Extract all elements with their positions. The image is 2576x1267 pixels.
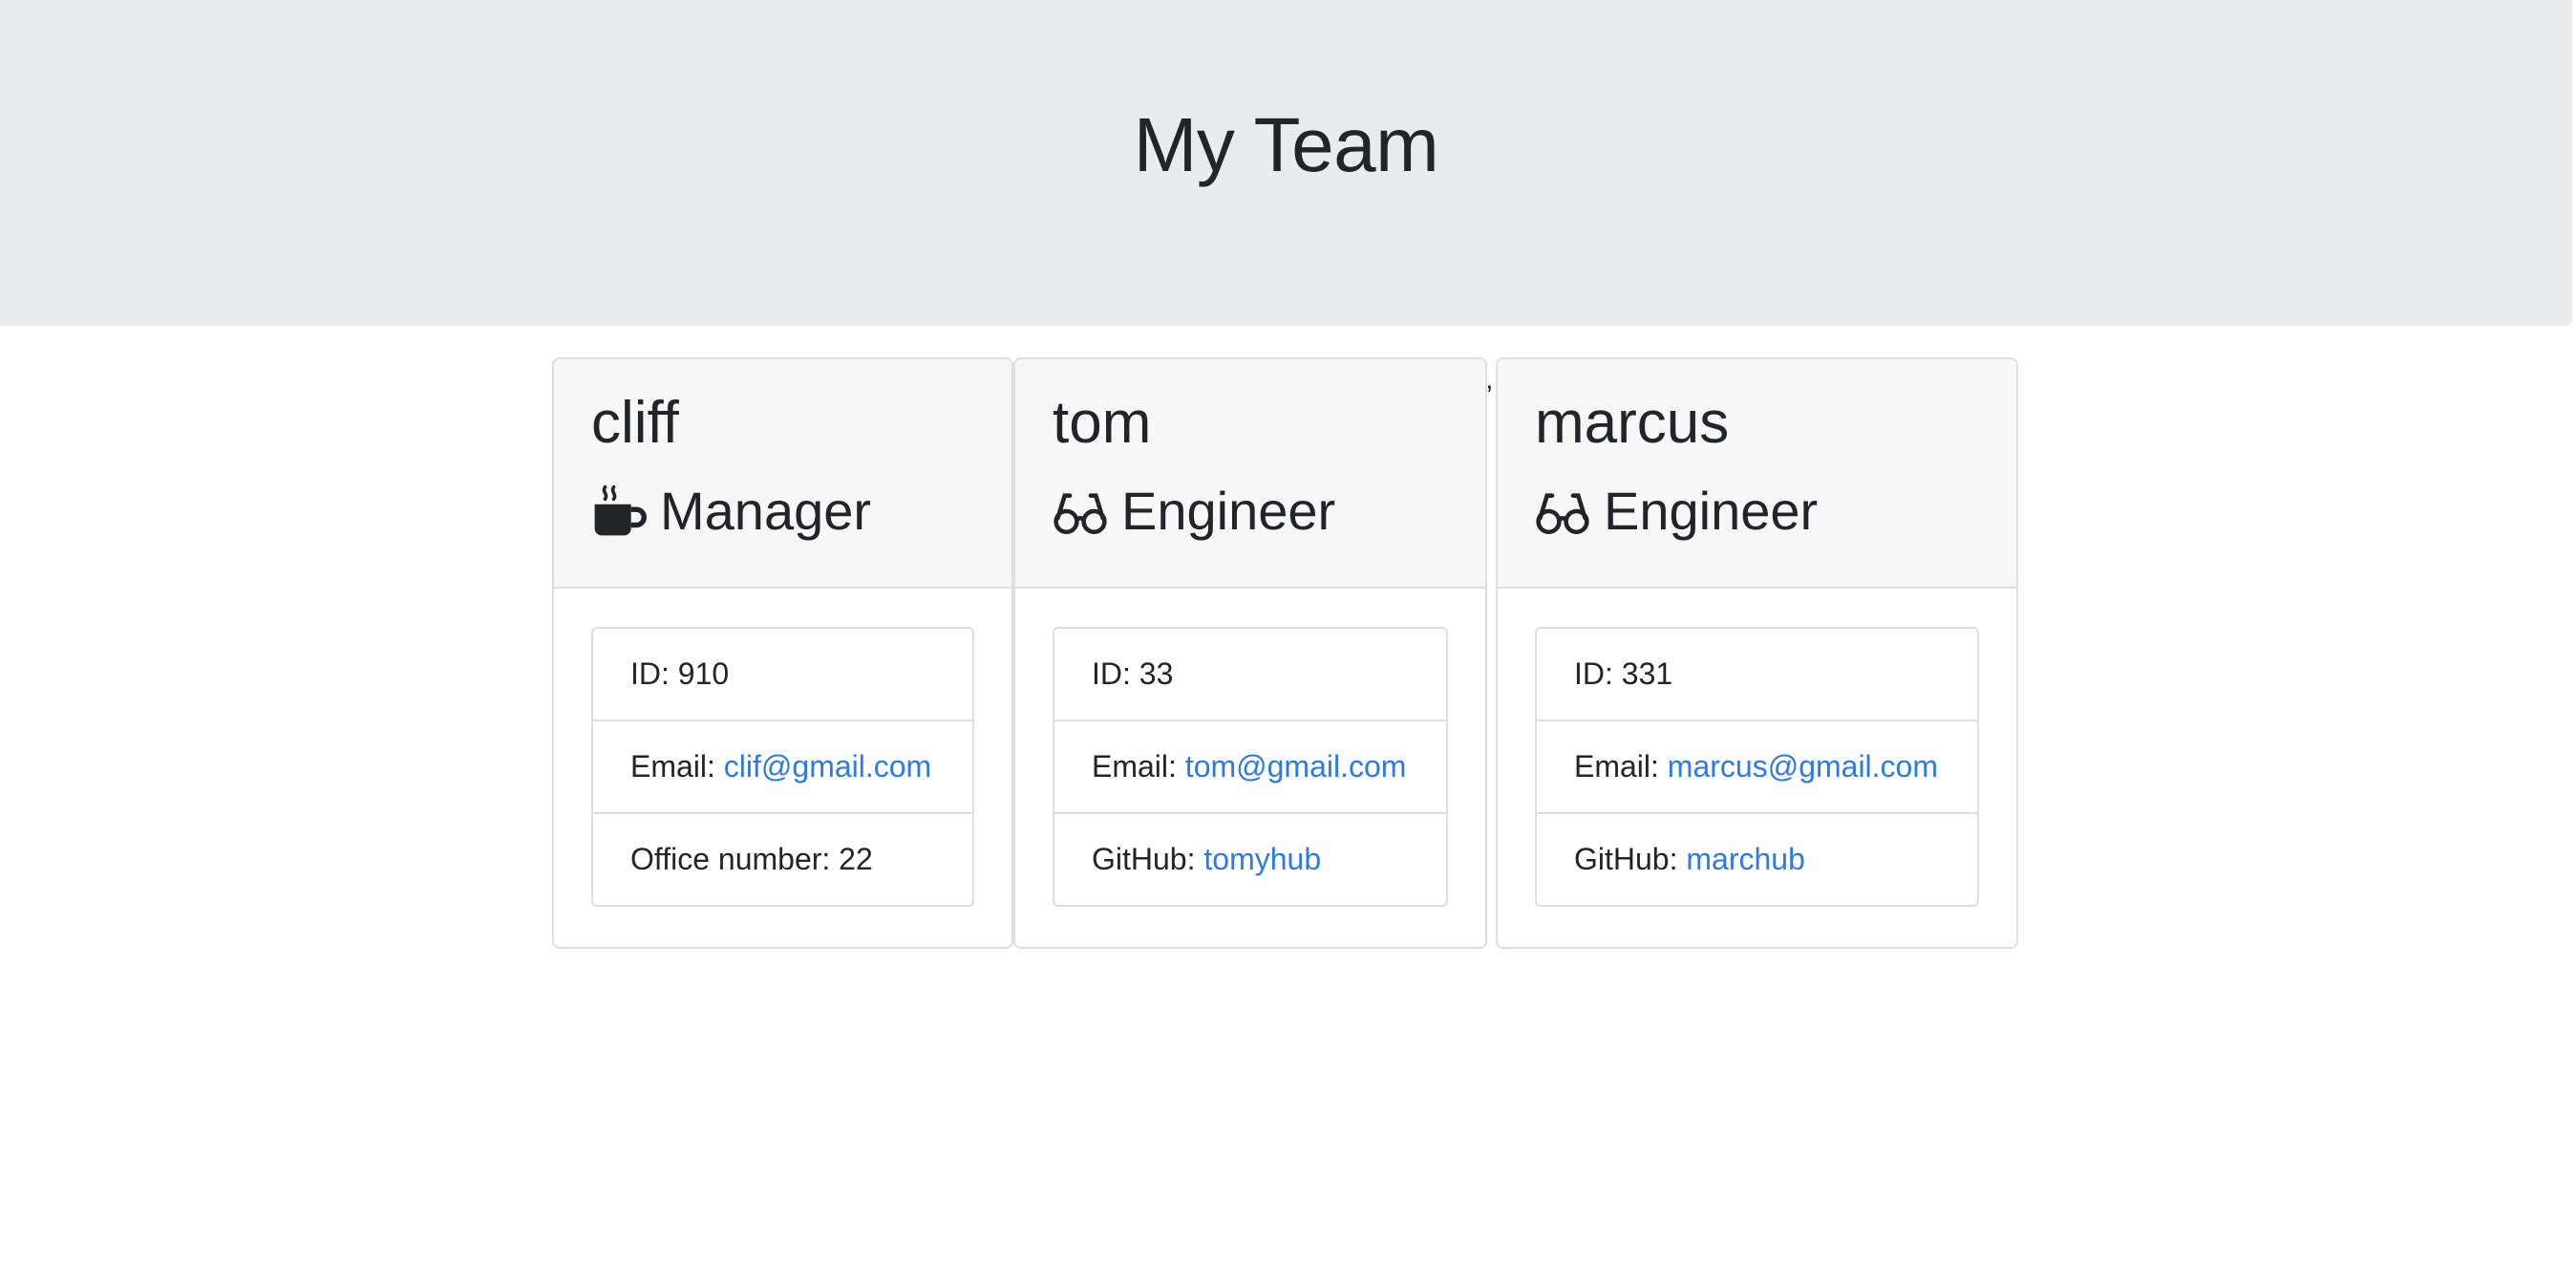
email-label: Email: — [630, 749, 724, 784]
id-text: ID: 910 — [630, 656, 730, 691]
employee-name: marcus — [1535, 390, 1730, 456]
card-header: marcus Engineer — [1498, 359, 2016, 589]
stray-apostrophe: ’ — [1486, 380, 1493, 412]
role-label: Engineer — [1604, 481, 1819, 541]
email-label: Email: — [1574, 749, 1668, 784]
email-label: Email: — [1092, 749, 1185, 784]
page-title: My Team — [1133, 102, 1439, 187]
card-header: cliff Manager — [554, 359, 1011, 589]
github-item: GitHub: marchub — [1537, 814, 1977, 905]
github-label: GitHub: — [1092, 842, 1204, 876]
email-item: Email: clif@gmail.com — [593, 721, 972, 814]
employee-name: tom — [1053, 390, 1152, 456]
github-label: GitHub: — [1574, 842, 1687, 876]
role-label: Engineer — [1121, 481, 1336, 541]
email-link[interactable]: clif@gmail.com — [724, 749, 931, 784]
id-item: ID: 33 — [1054, 629, 1446, 721]
employee-role: Manager — [591, 480, 871, 543]
employee-name: cliff — [591, 390, 679, 456]
id-text: ID: 33 — [1092, 656, 1174, 691]
email-link[interactable]: tom@gmail.com — [1185, 749, 1407, 784]
email-item: Email: tom@gmail.com — [1054, 721, 1446, 814]
employee-card-cliff: cliff Manager ID: 910 Email: clif@gmail.… — [552, 357, 1013, 949]
github-link[interactable]: tomyhub — [1203, 842, 1321, 877]
coffee-mug-icon — [591, 483, 647, 539]
email-item: Email: marcus@gmail.com — [1537, 721, 1977, 814]
id-text: ID: 331 — [1574, 656, 1673, 691]
glasses-icon — [1053, 483, 1108, 539]
role-label: Manager — [660, 481, 872, 541]
details-list: ID: 331 Email: marcus@gmail.com GitHub: … — [1535, 627, 1979, 907]
employee-role: Engineer — [1053, 480, 1335, 543]
header-banner: My Team — [0, 0, 2572, 326]
employee-card-marcus: marcus Engineer ID: 331 Email: marcus@gm… — [1496, 357, 2018, 949]
details-list: ID: 910 Email: clif@gmail.com Office num… — [591, 627, 974, 907]
glasses-icon — [1535, 483, 1590, 539]
card-header: tom Engineer — [1015, 359, 1485, 589]
email-link[interactable]: marcus@gmail.com — [1668, 749, 1938, 784]
office-number-text: Office number: 22 — [630, 842, 873, 876]
github-item: GitHub: tomyhub — [1054, 814, 1446, 905]
id-item: ID: 331 — [1537, 629, 1977, 721]
github-link[interactable]: marchub — [1686, 842, 1805, 877]
office-number-item: Office number: 22 — [593, 814, 972, 905]
employee-role: Engineer — [1535, 480, 1818, 543]
id-item: ID: 910 — [593, 629, 972, 721]
employee-card-tom: tom Engineer ID: 33 Email: tom@gmail.com — [1013, 357, 1487, 949]
details-list: ID: 33 Email: tom@gmail.com GitHub: tomy… — [1053, 627, 1448, 907]
